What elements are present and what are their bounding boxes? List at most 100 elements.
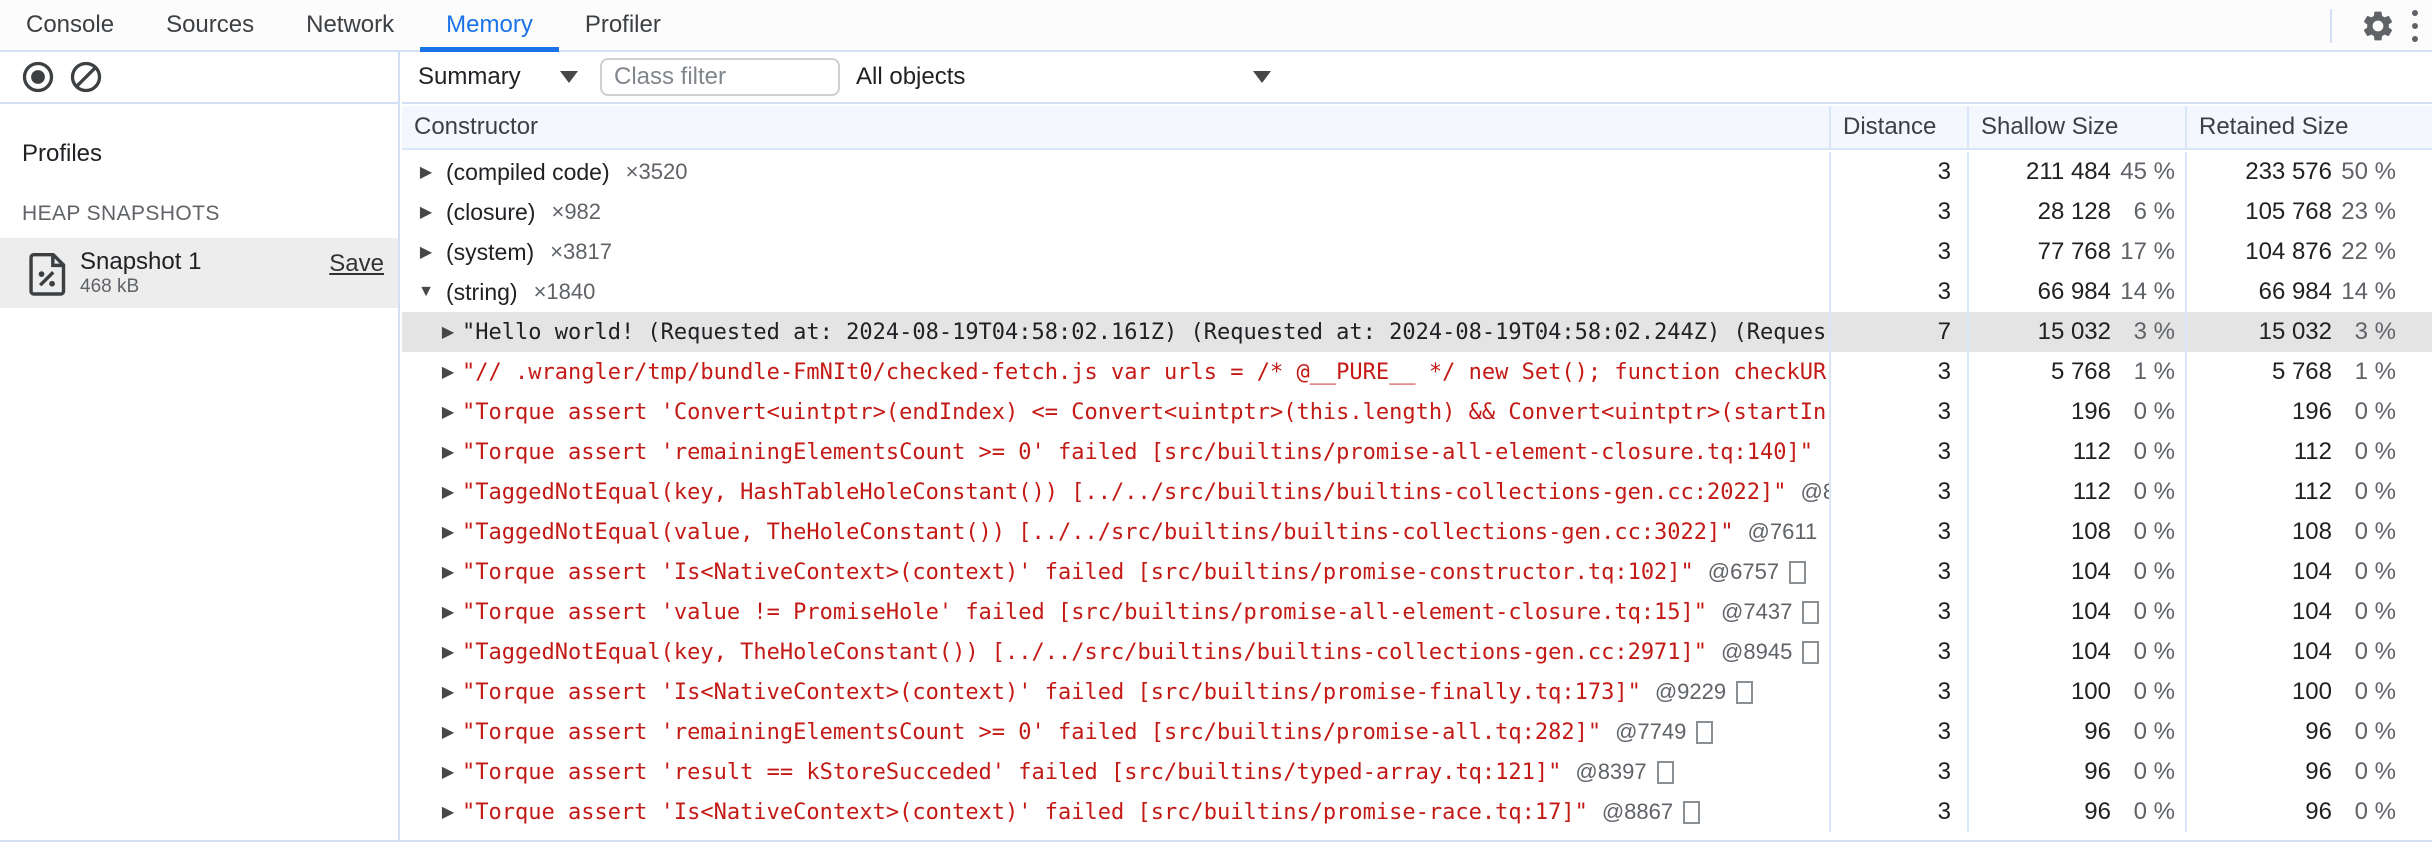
triangle-down-icon[interactable]: ▼ [414,283,438,301]
column-header-shallow-size[interactable]: Shallow Size [1967,106,2185,148]
triangle-right-icon[interactable]: ▶ [436,642,460,662]
table-row[interactable]: ▶ "Torque assert 'value != PromiseHole' f… [402,592,2432,632]
table-row[interactable]: ▶ "Torque assert 'result == kStoreSuccede… [402,752,2432,792]
column-header-retained-size[interactable]: Retained Size [2185,106,2432,148]
distance-cell: 3 [1829,392,1967,432]
shallow-size-value: 15 032 [2037,318,2111,345]
retained-size-percent: 0 % [2354,718,2396,745]
shallow-size-percent: 6 % [2133,198,2175,225]
snapshot-item[interactable]: Snapshot 1 468 kB Save [0,238,398,308]
table-row[interactable]: ▶ "Torque assert 'Is<NativeContext>(conte… [402,552,2432,592]
triangle-right-icon[interactable]: ▶ [436,442,460,462]
triangle-right-icon[interactable]: ▶ [436,562,460,582]
retained-size-cell: 5 768 1 % [2185,352,2432,392]
table-row[interactable]: ▶ "// .wrangler/tmp/bundle-FmNIt0/checked… [402,352,2432,392]
triangle-right-icon[interactable]: ▶ [436,802,460,822]
table-row[interactable]: ▶ (compiled code) ×3520 3 211 484 45 % 233 576… [402,152,2432,192]
table-row[interactable]: ▶ "Torque assert 'Is<NativeContext>(conte… [402,672,2432,712]
heap-snapshot-view: Summary All objects Constructor Distance… [402,52,2432,842]
table-row[interactable]: ▶ "Torque assert 'remainingElementsCount … [402,712,2432,752]
triangle-right-icon[interactable]: ▶ [436,722,460,742]
object-id: @7749 [1615,719,1687,744]
shallow-size-cell: 211 484 45 % [1967,152,2185,192]
retained-size-cell: 104 876 22 % [2185,232,2432,272]
retained-size-percent: 0 % [2354,598,2396,625]
retained-size-percent: 14 % [2341,278,2396,305]
retained-size-cell: 96 0 % [2185,792,2432,832]
heap-table: Constructor Distance Shallow Size Retain… [402,106,2432,842]
retained-size-cell: 100 0 % [2185,672,2432,712]
more-options-icon[interactable] [2412,10,2418,42]
retained-size-value: 104 [2291,638,2332,665]
triangle-right-icon[interactable]: ▶ [436,602,460,622]
triangle-right-icon[interactable]: ▶ [436,482,460,502]
constructor-cell: ▶ (system) ×3817 [402,232,1829,272]
object-scope-select[interactable]: All objects [856,63,1281,91]
tab-bar: Console Sources Network Memory Profiler [0,0,2432,52]
tab-console[interactable]: Console [0,0,140,50]
object-id: @8 [1800,479,1829,504]
constructor-name: "TaggedNotEqual(key, HashTableHoleConsta… [462,479,1787,505]
retained-size-percent: 0 % [2354,438,2396,465]
shallow-size-value: 112 [2072,438,2111,465]
table-row[interactable]: ▶ (system) ×3817 3 77 768 17 % 104 876 22 % [402,232,2432,272]
column-header-distance[interactable]: Distance [1829,106,1967,148]
triangle-right-icon[interactable]: ▶ [436,522,460,542]
triangle-right-icon[interactable]: ▶ [436,362,460,382]
retained-size-value: 104 [2291,598,2332,625]
triangle-right-icon[interactable]: ▶ [436,402,460,422]
triangle-right-icon[interactable]: ▶ [436,322,460,342]
shallow-size-percent: 0 % [2133,678,2175,705]
table-row[interactable]: ▶ (closure) ×982 3 28 128 6 % 105 768 23 % [402,192,2432,232]
table-row[interactable]: ▶ "Torque assert 'Convert<uintptr>(endInd… [402,392,2432,432]
table-row[interactable]: ▶ "TaggedNotEqual(value, TheHoleConstant(… [402,512,2432,552]
constructor-name: (closure) [446,198,536,225]
retained-size-value: 196 [2291,398,2332,425]
table-row[interactable]: ▶ "TaggedNotEqual(key, TheHoleConstant())… [402,632,2432,672]
triangle-right-icon[interactable]: ▶ [436,682,460,702]
tab-memory[interactable]: Memory [420,0,559,52]
shallow-size-value: 104 [2070,598,2111,625]
distance-cell: 3 [1829,712,1967,752]
table-row[interactable]: ▶ "Torque assert 'Is<NativeContext>(conte… [402,792,2432,832]
retained-size-cell: 104 0 % [2185,632,2432,672]
settings-gear-icon[interactable] [2354,2,2402,50]
distance-cell: 3 [1829,752,1967,792]
triangle-right-icon[interactable]: ▶ [414,242,438,262]
retained-size-value: 96 [2305,718,2332,745]
tab-sources[interactable]: Sources [140,0,280,50]
object-id: @6757 [1707,559,1780,584]
table-row[interactable]: ▶ "Torque assert 'remainingElementsCount … [402,432,2432,472]
triangle-right-icon[interactable]: ▶ [414,162,438,182]
shallow-size-percent: 0 % [2133,638,2175,665]
clear-profiles-icon[interactable] [64,55,108,99]
shallow-size-cell: 112 0 % [1967,432,2185,472]
shallow-size-percent: 14 % [2120,278,2175,305]
distance-cell: 3 [1829,432,1967,472]
distance-cell: 3 [1829,792,1967,832]
shallow-size-cell: 96 0 % [1967,712,2185,752]
constructor-cell: ▶ (compiled code) ×3520 [402,152,1829,192]
constructor-cell: ▼ (string) ×1840 [402,272,1829,312]
column-header-constructor[interactable]: Constructor [402,106,1829,148]
table-row[interactable]: ▶ "TaggedNotEqual(key, HashTableHoleConst… [402,472,2432,512]
shallow-size-percent: 17 % [2120,238,2175,265]
class-filter-input[interactable] [600,58,840,96]
retained-size-value: 66 984 [2258,278,2332,305]
shallow-size-value: 5 768 [2050,358,2111,385]
save-snapshot-link[interactable]: Save [329,250,384,278]
tab-profiler[interactable]: Profiler [559,0,687,50]
perspective-select[interactable]: Summary [418,63,578,91]
table-row[interactable]: ▼ (string) ×1840 3 66 984 14 % 66 984 14 % [402,272,2432,312]
shallow-size-percent: 0 % [2133,398,2175,425]
retained-size-value: 96 [2305,798,2332,825]
record-heap-snapshot-icon[interactable] [16,55,60,99]
constructor-name: (compiled code) [446,158,610,185]
retained-size-percent: 50 % [2341,158,2396,185]
perspective-select-value: Summary [418,63,521,90]
triangle-right-icon[interactable]: ▶ [414,202,438,222]
triangle-right-icon[interactable]: ▶ [436,762,460,782]
table-row[interactable]: ▶ "Hello world! (Requested at: 2024-08-19… [402,312,2432,352]
tab-network[interactable]: Network [280,0,420,50]
chevron-down-icon [1253,71,1271,83]
